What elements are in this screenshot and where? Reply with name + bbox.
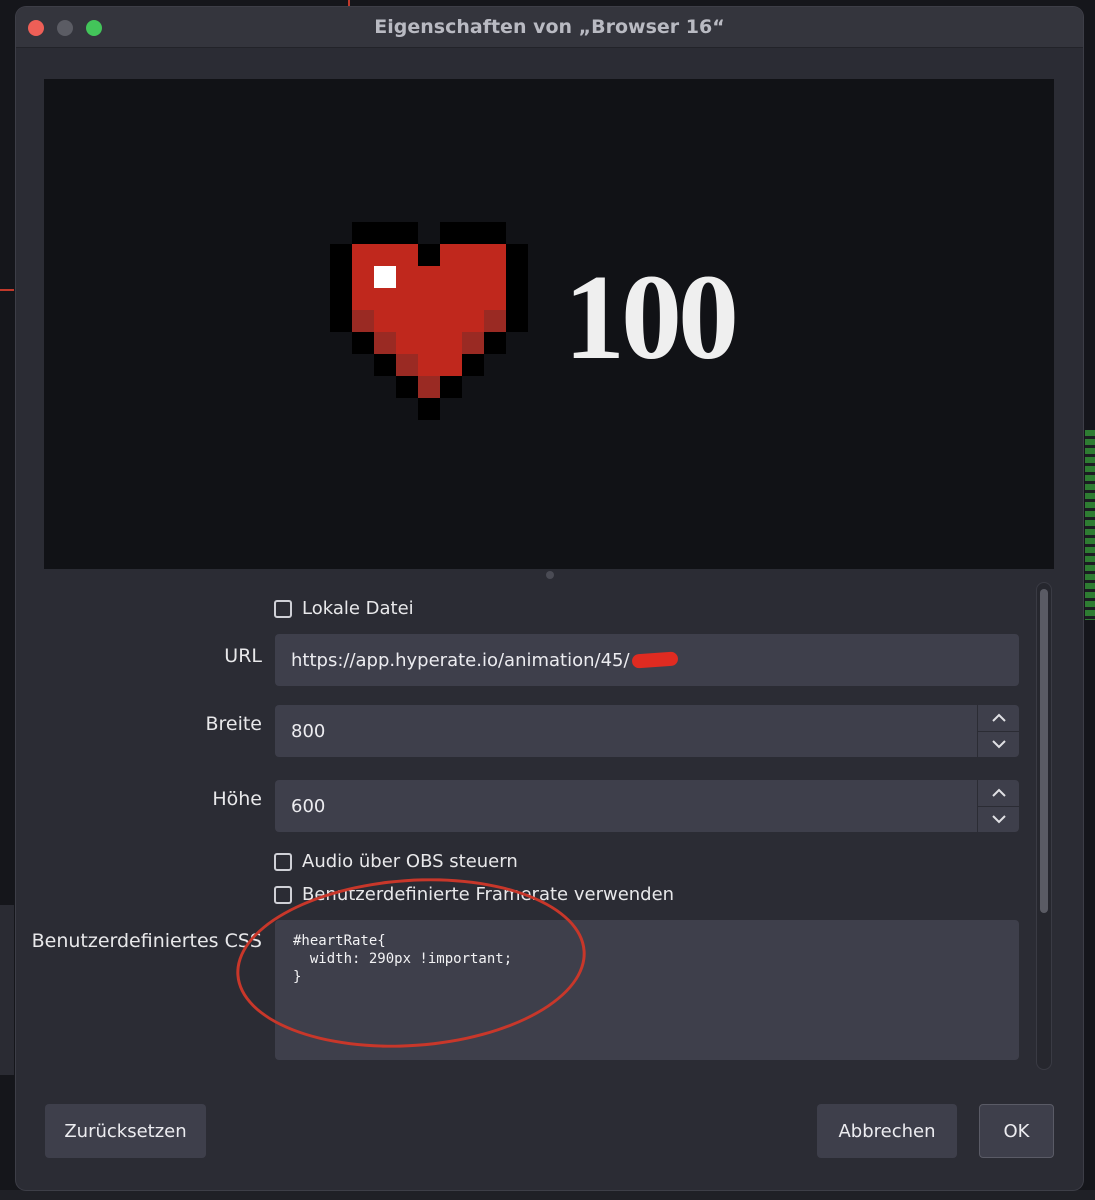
source-preview: 100	[44, 79, 1054, 569]
background-accent-line	[0, 289, 14, 291]
chevron-down-icon	[991, 815, 1006, 824]
framerate-label: Benutzerdefinierte Framerate verwenden	[302, 884, 675, 905]
width-label: Breite	[205, 713, 262, 735]
splitter-handle[interactable]	[546, 571, 554, 579]
local-file-option[interactable]: Lokale Datei	[274, 598, 414, 619]
cancel-button[interactable]: Abbrechen	[817, 1104, 957, 1158]
chevron-up-icon	[991, 788, 1006, 797]
framerate-option[interactable]: Benutzerdefinierte Framerate verwenden	[274, 884, 674, 905]
audio-option[interactable]: Audio über OBS steuern	[274, 851, 518, 872]
height-value: 600	[291, 795, 326, 817]
background-panel	[0, 1190, 1095, 1200]
local-file-checkbox[interactable]	[274, 599, 292, 618]
url-value: https://app.hyperate.io/animation/45/	[291, 649, 630, 671]
height-increment-button[interactable]	[978, 780, 1019, 806]
background-panel	[0, 905, 14, 1075]
chevron-down-icon	[991, 740, 1006, 749]
height-spinner	[977, 780, 1019, 832]
scrollbar[interactable]	[1036, 582, 1052, 1070]
width-decrement-button[interactable]	[978, 730, 1019, 758]
reset-button[interactable]: Zurücksetzen	[45, 1104, 206, 1158]
height-stepper[interactable]: 600	[275, 780, 1019, 832]
audio-label: Audio über OBS steuern	[302, 851, 518, 872]
heart-rate-value: 100	[564, 250, 739, 385]
framerate-checkbox[interactable]	[274, 885, 292, 904]
window-title: Eigenschaften von „Browser 16“	[374, 16, 725, 38]
css-textarea[interactable]: #heartRate{ width: 290px !important; }	[275, 920, 1019, 1060]
properties-dialog: Eigenschaften von „Browser 16“ 100 Lokal…	[16, 7, 1083, 1190]
css-label: Benutzerdefiniertes CSS	[31, 930, 262, 952]
width-spinner	[977, 705, 1019, 757]
redaction-mark	[631, 651, 679, 669]
background-meter	[1085, 430, 1095, 620]
height-decrement-button[interactable]	[978, 805, 1019, 833]
width-increment-button[interactable]	[978, 705, 1019, 731]
url-input[interactable]: https://app.hyperate.io/animation/45/	[275, 634, 1019, 686]
url-label: URL	[224, 645, 262, 667]
width-value: 800	[291, 720, 326, 742]
height-label: Höhe	[212, 788, 262, 810]
background-accent-line	[348, 0, 350, 6]
width-stepper[interactable]: 800	[275, 705, 1019, 757]
chevron-up-icon	[991, 713, 1006, 722]
audio-checkbox[interactable]	[274, 852, 292, 871]
title-bar[interactable]: Eigenschaften von „Browser 16“	[16, 7, 1083, 48]
ok-button[interactable]: OK	[979, 1104, 1054, 1158]
scrollbar-thumb[interactable]	[1040, 589, 1048, 913]
pixel-heart-icon	[330, 222, 528, 420]
local-file-label: Lokale Datei	[302, 598, 414, 619]
